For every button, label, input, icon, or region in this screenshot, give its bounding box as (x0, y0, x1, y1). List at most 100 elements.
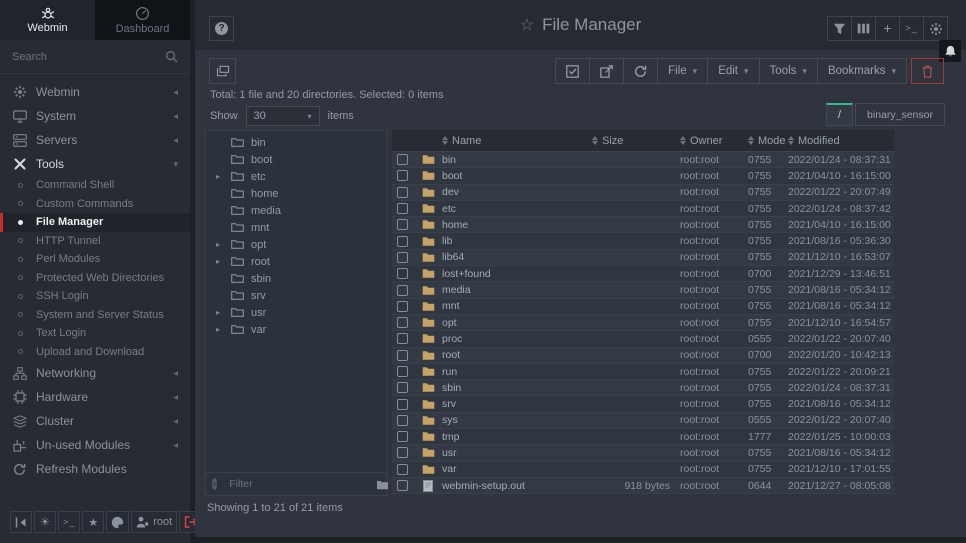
sidebar-item-servers[interactable]: Servers◂ (0, 128, 190, 152)
table-row[interactable]: libroot:root07552021/08/16 - 05:36:30 (392, 233, 894, 249)
column-header-name[interactable]: Name (442, 135, 592, 147)
sidebar-item-command-shell[interactable]: Command Shell (0, 176, 190, 195)
table-row[interactable]: lost+foundroot:root07002021/12/29 - 13:4… (392, 266, 894, 282)
folder-icon[interactable] (376, 479, 389, 490)
row-checkbox[interactable] (397, 415, 408, 426)
tree-item-var[interactable]: ▸var (206, 321, 386, 338)
table-row[interactable]: etcroot:root07552022/01/24 - 08:37:42 (392, 201, 894, 217)
table-row[interactable]: mediaroot:root07552021/08/16 - 05:34:12 (392, 282, 894, 298)
sidebar-item-custom-commands[interactable]: Custom Commands (0, 195, 190, 214)
tree-item-sbin[interactable]: sbin (206, 270, 386, 287)
user-button[interactable]: root (131, 511, 177, 533)
column-header-owner[interactable]: Owner (680, 135, 748, 147)
chevron-right-icon[interactable]: ▸ (216, 240, 224, 249)
row-checkbox[interactable] (397, 333, 408, 344)
row-checkbox[interactable] (397, 154, 408, 165)
sidebar-item-text-login[interactable]: Text Login (0, 324, 190, 343)
tree-item-boot[interactable]: boot (206, 151, 386, 168)
row-checkbox[interactable] (397, 252, 408, 263)
delete-button[interactable] (911, 58, 944, 84)
menu-bookmarks[interactable]: Bookmarks▾ (817, 58, 907, 84)
chevron-right-icon[interactable]: ▸ (216, 325, 224, 334)
favorites-button[interactable]: ★ (82, 511, 104, 533)
table-row[interactable]: webmin-setup.out918 bytesroot:root064420… (392, 478, 894, 494)
columns-button[interactable] (851, 16, 876, 41)
language-button[interactable] (106, 511, 129, 533)
menu-file[interactable]: File▾ (657, 58, 708, 84)
column-header-size[interactable]: Size (592, 135, 680, 147)
sidebar-item-protected-web-directories[interactable]: Protected Web Directories (0, 269, 190, 288)
sidebar-item-upload-and-download[interactable]: Upload and Download (0, 343, 190, 362)
table-row[interactable]: usrroot:root07552021/08/16 - 05:34:12 (392, 445, 894, 461)
sidebar-item-file-manager[interactable]: File Manager (0, 213, 190, 232)
table-row[interactable]: runroot:root07552022/01/22 - 20:09:21 (392, 364, 894, 380)
theme-button[interactable]: ☀ (34, 511, 56, 533)
table-row[interactable]: rootroot:root07002022/01/20 - 10:42:13 (392, 348, 894, 364)
tab-dashboard[interactable]: Dashboard (95, 0, 190, 40)
tree-item-srv[interactable]: srv (206, 287, 386, 304)
sidebar-item-cluster[interactable]: Cluster◂ (0, 409, 190, 433)
sidebar-item-system-and-server-status[interactable]: System and Server Status (0, 306, 190, 325)
tree-item-root[interactable]: ▸root (206, 253, 386, 270)
sidebar-item-networking[interactable]: Networking◂ (0, 361, 190, 385)
table-row[interactable]: tmproot:root17772022/01/25 - 10:00:03 (392, 429, 894, 445)
column-header-modified[interactable]: Modified (788, 135, 894, 147)
sidebar-item-perl-modules[interactable]: Perl Modules (0, 250, 190, 269)
row-checkbox[interactable] (397, 203, 408, 214)
table-row[interactable]: homeroot:root07552021/04/10 - 16:15:00 (392, 217, 894, 233)
collapse-sidebar-button[interactable] (10, 511, 32, 533)
sidebar-item-http-tunnel[interactable]: HTTP Tunnel (0, 232, 190, 251)
tree-item-media[interactable]: media (206, 202, 386, 219)
table-row[interactable]: devroot:root07552022/01/22 - 20:07:49 (392, 185, 894, 201)
tree-item-etc[interactable]: ▸etc (206, 168, 386, 185)
sidebar-item-hardware[interactable]: Hardware◂ (0, 385, 190, 409)
tree-item-bin[interactable]: bin (206, 134, 386, 151)
search-icon[interactable] (165, 50, 178, 63)
sidebar-item-system[interactable]: System◂ (0, 104, 190, 128)
tab-webmin[interactable]: Webmin (0, 0, 95, 40)
search-input[interactable] (12, 51, 165, 63)
tree-item-home[interactable]: home (206, 185, 386, 202)
root-path-button[interactable]: / (826, 103, 853, 126)
sidebar-item-webmin[interactable]: Webmin◂ (0, 80, 190, 104)
clone-window-button[interactable] (209, 58, 236, 84)
row-checkbox[interactable] (397, 382, 408, 393)
row-checkbox[interactable] (397, 366, 408, 377)
help-button[interactable]: ? (209, 16, 234, 41)
tree-filter-input[interactable] (229, 478, 364, 490)
row-checkbox[interactable] (397, 350, 408, 361)
table-row[interactable]: varroot:root07552021/12/10 - 17:01:55 (392, 462, 894, 478)
row-checkbox[interactable] (397, 236, 408, 247)
row-checkbox[interactable] (397, 447, 408, 458)
terminal-button[interactable]: >_ (899, 16, 924, 41)
row-checkbox[interactable] (397, 301, 408, 312)
menu-tools[interactable]: Tools▾ (759, 58, 818, 84)
page-size-select[interactable]: 30 ▾ (246, 106, 320, 126)
sidebar-item-refresh-modules[interactable]: Refresh Modules (0, 457, 190, 481)
clear-filter-icon[interactable]: × (212, 478, 217, 490)
filter-button[interactable] (827, 16, 852, 41)
table-row[interactable]: procroot:root05552022/01/22 - 20:07:40 (392, 331, 894, 347)
row-checkbox[interactable] (397, 219, 408, 230)
sidebar-item-tools[interactable]: Tools▾ (0, 152, 190, 176)
row-checkbox[interactable] (397, 480, 408, 491)
table-row[interactable]: lib64root:root07552021/12/10 - 16:53:07 (392, 250, 894, 266)
table-row[interactable]: bootroot:root07552021/04/10 - 16:15:00 (392, 168, 894, 184)
chevron-right-icon[interactable]: ▸ (216, 308, 224, 317)
row-checkbox[interactable] (397, 268, 408, 279)
row-checkbox[interactable] (397, 285, 408, 296)
table-row[interactable]: sbinroot:root07552022/01/24 - 08:37:31 (392, 380, 894, 396)
tree-item-opt[interactable]: ▸opt (206, 236, 386, 253)
menu-edit[interactable]: Edit▾ (707, 58, 759, 84)
table-row[interactable]: binroot:root07552022/01/24 - 08:37:31 (392, 152, 894, 168)
row-checkbox[interactable] (397, 317, 408, 328)
table-row[interactable]: sysroot:root05552022/01/22 - 20:07:40 (392, 413, 894, 429)
gear-button[interactable] (923, 16, 948, 41)
tree-item-mnt[interactable]: mnt (206, 219, 386, 236)
star-outline-icon[interactable]: ☆ (520, 15, 534, 35)
tree-item-usr[interactable]: ▸usr (206, 304, 386, 321)
refresh-button[interactable] (623, 58, 658, 84)
export-button[interactable] (589, 58, 624, 84)
row-checkbox[interactable] (397, 187, 408, 198)
sidebar-item-ssh-login[interactable]: SSH Login (0, 287, 190, 306)
